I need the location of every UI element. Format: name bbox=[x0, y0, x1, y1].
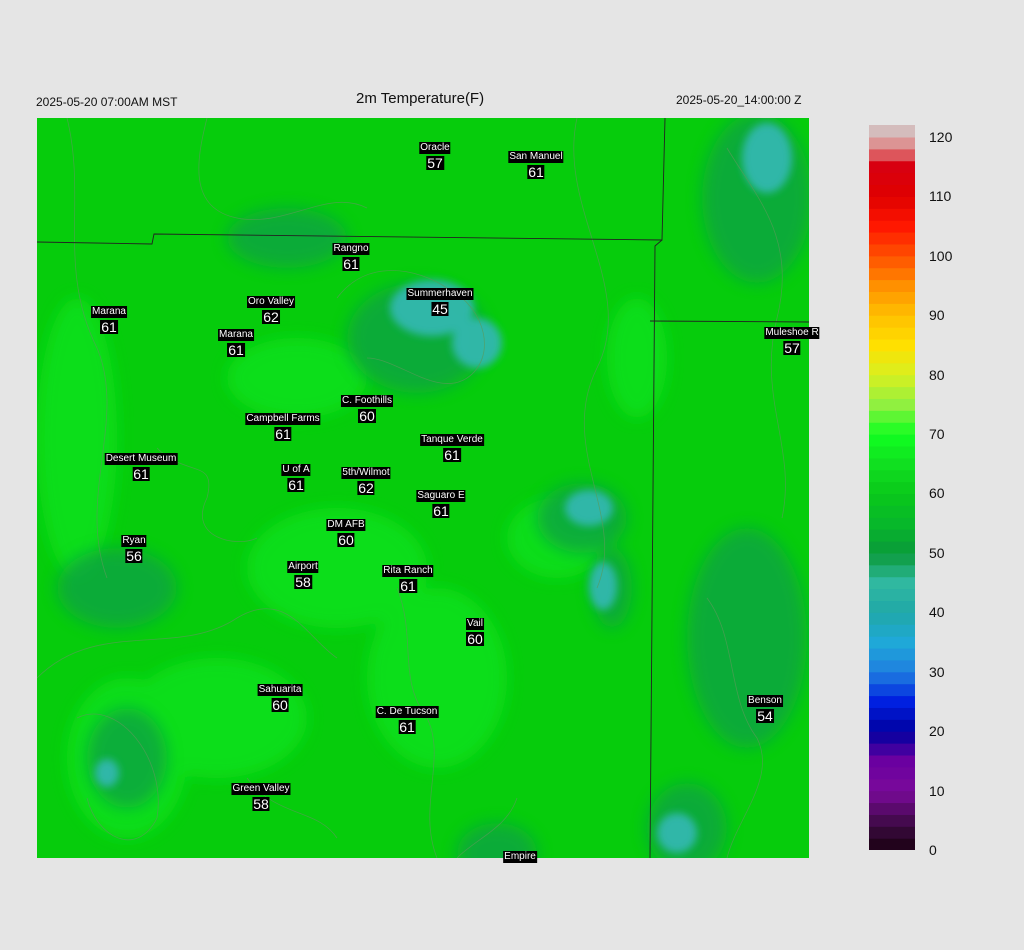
colorbar-step bbox=[869, 445, 915, 459]
colorbar-tick-label: 50 bbox=[929, 544, 945, 561]
colorbar-step bbox=[869, 469, 915, 483]
colorbar-step bbox=[869, 647, 915, 661]
colorbar-step bbox=[869, 659, 915, 673]
colorbar-step bbox=[869, 267, 915, 281]
colorbar-tick-label: 10 bbox=[929, 782, 945, 799]
colorbar-step bbox=[869, 505, 915, 518]
colorbar-step bbox=[869, 350, 915, 364]
colorbar-step bbox=[869, 743, 915, 756]
colorbar-step bbox=[869, 398, 915, 411]
colorbar-tick-label: 0 bbox=[929, 842, 937, 858]
colorbar-step bbox=[869, 754, 915, 768]
colorbar-tick-label: 40 bbox=[929, 604, 945, 621]
colorbar-step bbox=[869, 517, 915, 530]
temperature-field bbox=[37, 118, 809, 858]
colorbar-step bbox=[869, 493, 915, 506]
valid-time-local: 2025-05-20 07:00AM MST bbox=[36, 95, 178, 109]
colorbar-step bbox=[869, 802, 915, 815]
colorbar-step bbox=[869, 636, 915, 649]
colorbar-tick-label: 70 bbox=[929, 426, 945, 442]
colorbar-step bbox=[869, 600, 915, 613]
colorbar-step bbox=[869, 719, 915, 732]
colorbar-tick-label: 20 bbox=[929, 723, 945, 740]
colorbar-step bbox=[869, 125, 915, 138]
colorbar-step bbox=[869, 327, 915, 340]
colorbar-step bbox=[869, 291, 915, 304]
colorbar-step bbox=[869, 671, 915, 685]
colorbar-step bbox=[869, 766, 915, 780]
colorbar-step bbox=[869, 315, 915, 328]
valid-time-utc: 2025-05-20_14:00:00 Z bbox=[676, 93, 802, 107]
colorbar-tick-label: 30 bbox=[929, 663, 945, 680]
colorbar-step bbox=[869, 457, 915, 471]
colorbar-step bbox=[869, 576, 915, 590]
colorbar-step bbox=[869, 208, 915, 221]
colorbar-step bbox=[869, 814, 915, 827]
colorbar-step bbox=[869, 422, 915, 435]
colorbar-step bbox=[869, 707, 915, 720]
colorbar-tick-label: 110 bbox=[929, 188, 952, 205]
temperature-colorbar bbox=[869, 125, 915, 851]
colorbar-step bbox=[869, 184, 915, 197]
colorbar-step bbox=[869, 529, 915, 542]
colorbar-step bbox=[869, 552, 915, 566]
colorbar-step bbox=[869, 731, 915, 744]
colorbar-step bbox=[869, 386, 915, 399]
colorbar-step bbox=[869, 362, 915, 376]
colorbar-step bbox=[869, 374, 915, 388]
colorbar-tick-label: 90 bbox=[929, 307, 945, 324]
colorbar-step bbox=[869, 160, 915, 174]
colorbar-step bbox=[869, 410, 915, 423]
colorbar-tick-label: 80 bbox=[929, 366, 945, 383]
colorbar-step bbox=[869, 243, 915, 257]
colorbar-step bbox=[869, 303, 915, 316]
colorbar-step bbox=[869, 588, 915, 602]
map-title: 2m Temperature(F) bbox=[356, 90, 485, 107]
colorbar-step bbox=[869, 136, 915, 150]
colorbar-step bbox=[869, 790, 915, 804]
colorbar-tick-label: 120 bbox=[929, 128, 953, 145]
colorbar-step bbox=[869, 695, 915, 708]
colorbar-step bbox=[869, 255, 915, 269]
colorbar-step bbox=[869, 220, 915, 233]
colorbar-step bbox=[869, 778, 915, 792]
colorbar-step bbox=[869, 838, 915, 851]
colorbar-step bbox=[869, 612, 915, 625]
colorbar-step bbox=[869, 434, 915, 447]
colorbar-tick-label: 60 bbox=[929, 485, 945, 502]
colorbar-tick-label: 100 bbox=[929, 247, 953, 264]
colorbar-step bbox=[869, 279, 915, 292]
colorbar-step bbox=[869, 683, 915, 697]
colorbar-step bbox=[869, 148, 915, 162]
colorbar-step bbox=[869, 231, 915, 245]
temperature-map[interactable] bbox=[37, 118, 809, 858]
colorbar-step bbox=[869, 540, 915, 554]
colorbar-gradient bbox=[869, 125, 915, 851]
colorbar-step bbox=[869, 826, 915, 839]
colorbar-step bbox=[869, 338, 915, 352]
colorbar-step bbox=[869, 624, 915, 637]
colorbar-step bbox=[869, 564, 915, 578]
colorbar-step bbox=[869, 196, 915, 209]
colorbar-step bbox=[869, 481, 915, 495]
colorbar-step bbox=[869, 172, 915, 186]
